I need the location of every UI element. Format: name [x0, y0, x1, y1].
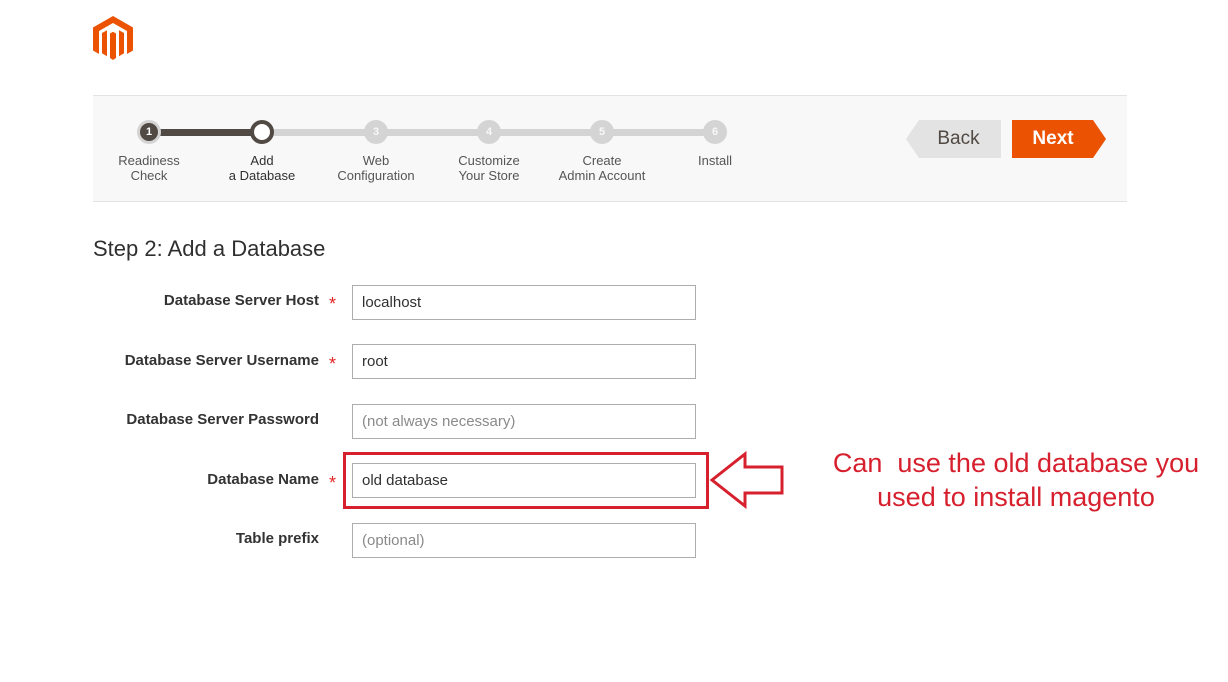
- step-5-label-line1: Create: [582, 153, 622, 168]
- db-username-label: Database Server Username: [124, 352, 319, 369]
- step-6-indicator: 6: [703, 120, 727, 144]
- step-4-indicator: 4: [477, 120, 501, 144]
- db-host-input[interactable]: [352, 285, 696, 320]
- step-1-label: Readiness Check: [89, 153, 209, 183]
- step-4-label: Customize Your Store: [429, 153, 549, 183]
- table-prefix-label: Table prefix: [235, 530, 319, 547]
- annotation-note: Can use the old database you used to ins…: [812, 446, 1220, 514]
- db-username-input[interactable]: [352, 344, 696, 379]
- required-mark: *: [329, 354, 337, 374]
- step-2-indicator: [250, 120, 274, 144]
- progress-track-complete: [149, 129, 262, 136]
- step-3-label: Web Configuration: [316, 153, 436, 183]
- step-1-label-line2: Check: [130, 168, 168, 183]
- step-5-label: Create Admin Account: [542, 153, 662, 183]
- annotation-arrow-icon: [709, 450, 784, 510]
- step-1-label-line1: Readiness: [118, 153, 180, 168]
- page-title: Step 2: Add a Database: [93, 236, 326, 261]
- annotation-highlight-box: [343, 452, 709, 509]
- step-2-label-line1: Add: [250, 153, 274, 168]
- table-prefix-input[interactable]: [352, 523, 696, 558]
- step-5-label-line2: Admin Account: [558, 168, 646, 183]
- step-5-indicator: 5: [590, 120, 614, 144]
- required-mark: *: [329, 473, 337, 493]
- magento-logo-icon: [93, 16, 133, 60]
- step-3-label-line2: Configuration: [337, 168, 415, 183]
- step-4-label-line1: Customize: [458, 153, 520, 168]
- back-button[interactable]: Back: [906, 120, 1001, 158]
- step-3-indicator: 3: [364, 120, 388, 144]
- db-password-label: Database Server Password: [126, 411, 319, 428]
- db-name-label: Database Name: [207, 471, 319, 488]
- step-2-label: Add a Database: [202, 153, 322, 183]
- step-6-label-line1: Install: [698, 153, 732, 168]
- required-mark: *: [329, 294, 337, 314]
- step-3-label-line1: Web: [362, 153, 390, 168]
- annotation-line-2: used to install magento: [877, 482, 1155, 512]
- annotation-line-1: Can use the old database you: [832, 448, 1200, 478]
- db-host-label: Database Server Host: [163, 292, 319, 309]
- step-1-indicator: 1: [137, 120, 161, 144]
- next-button[interactable]: Next: [1012, 120, 1106, 158]
- step-6-label: Install: [655, 153, 775, 168]
- step-2-label-line2: a Database: [228, 168, 296, 183]
- step-4-label-line2: Your Store: [458, 168, 520, 183]
- setup-progress-panel: 1 3 4 5 6 Readiness Check Add a Database…: [93, 95, 1127, 202]
- db-password-input[interactable]: [352, 404, 696, 439]
